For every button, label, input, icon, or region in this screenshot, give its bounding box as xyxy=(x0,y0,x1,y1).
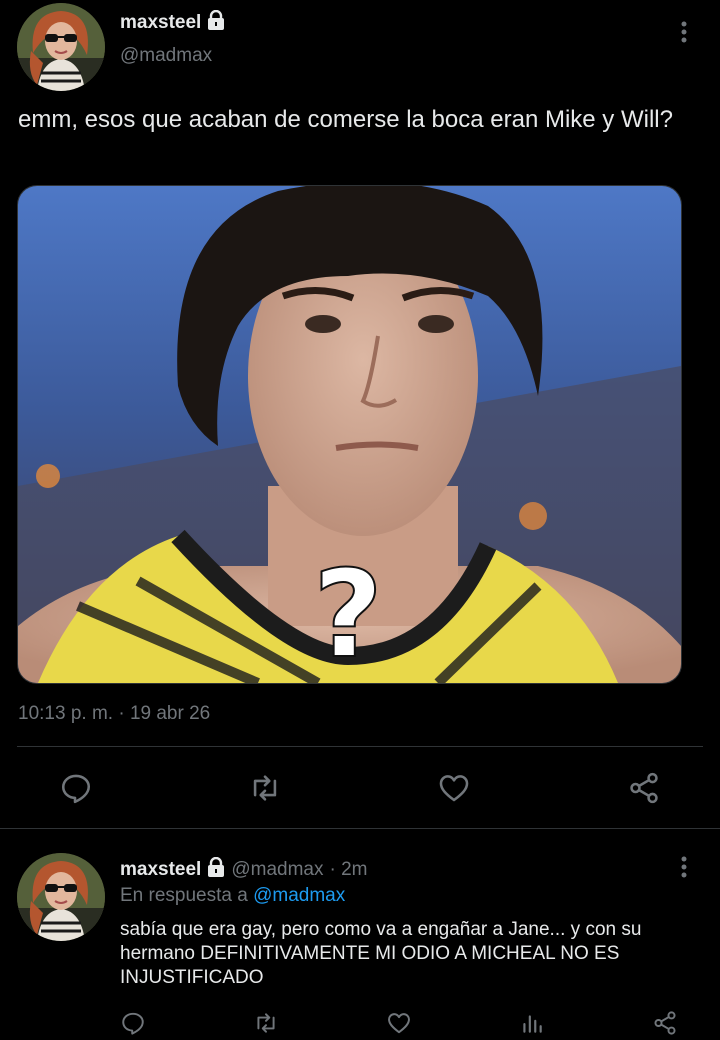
replying-to-line: En respuesta a @madmax xyxy=(120,885,345,907)
avatar[interactable] xyxy=(17,3,105,91)
tweet-image[interactable]: ? xyxy=(17,185,682,684)
reply-more-options-icon[interactable] xyxy=(674,855,694,879)
handle[interactable]: @madmax xyxy=(120,45,212,67)
reply-share-button[interactable] xyxy=(649,1008,681,1038)
replying-to-mention[interactable]: @madmax xyxy=(253,885,345,906)
views-icon xyxy=(523,1015,542,1033)
timestamp[interactable]: 10:13 p. m. · 19 abr 26 xyxy=(18,703,210,725)
reply-icon xyxy=(122,1012,144,1035)
reply-views-button[interactable] xyxy=(516,1008,548,1038)
reply-header: maxsteel @madmax · 2m xyxy=(120,856,368,883)
reply-reply-button[interactable] xyxy=(117,1008,149,1038)
retweet-icon xyxy=(257,1013,275,1033)
like-button[interactable] xyxy=(434,768,474,808)
question-mark-overlay: ? xyxy=(313,546,383,683)
retweet-icon xyxy=(253,775,277,801)
reply-retweet-button[interactable] xyxy=(250,1008,282,1038)
lock-icon xyxy=(207,856,225,883)
reply-icon xyxy=(61,774,91,804)
reply-avatar[interactable] xyxy=(17,853,105,941)
reply-handle[interactable]: @madmax xyxy=(231,859,323,881)
reply-display-name[interactable]: maxsteel xyxy=(120,859,201,881)
lock-icon xyxy=(207,9,225,36)
display-name[interactable]: maxsteel xyxy=(120,9,225,36)
share-icon xyxy=(630,772,658,804)
reply-text: sabía que era gay, pero como va a engaña… xyxy=(120,919,642,988)
share-button[interactable] xyxy=(624,768,664,808)
reply-button[interactable] xyxy=(56,768,96,808)
reply-like-button[interactable] xyxy=(383,1008,415,1038)
divider xyxy=(0,828,720,829)
reply-age: · 2m xyxy=(329,859,368,880)
divider xyxy=(17,746,703,747)
retweet-button[interactable] xyxy=(245,768,285,808)
tweet-text: emm, esos que acaban de comerse la boca … xyxy=(18,106,673,133)
like-icon xyxy=(439,775,469,802)
share-icon xyxy=(654,1011,676,1035)
like-icon xyxy=(388,1013,410,1034)
replying-to-prefix: En respuesta a xyxy=(120,885,248,906)
more-options-icon[interactable] xyxy=(674,20,694,44)
